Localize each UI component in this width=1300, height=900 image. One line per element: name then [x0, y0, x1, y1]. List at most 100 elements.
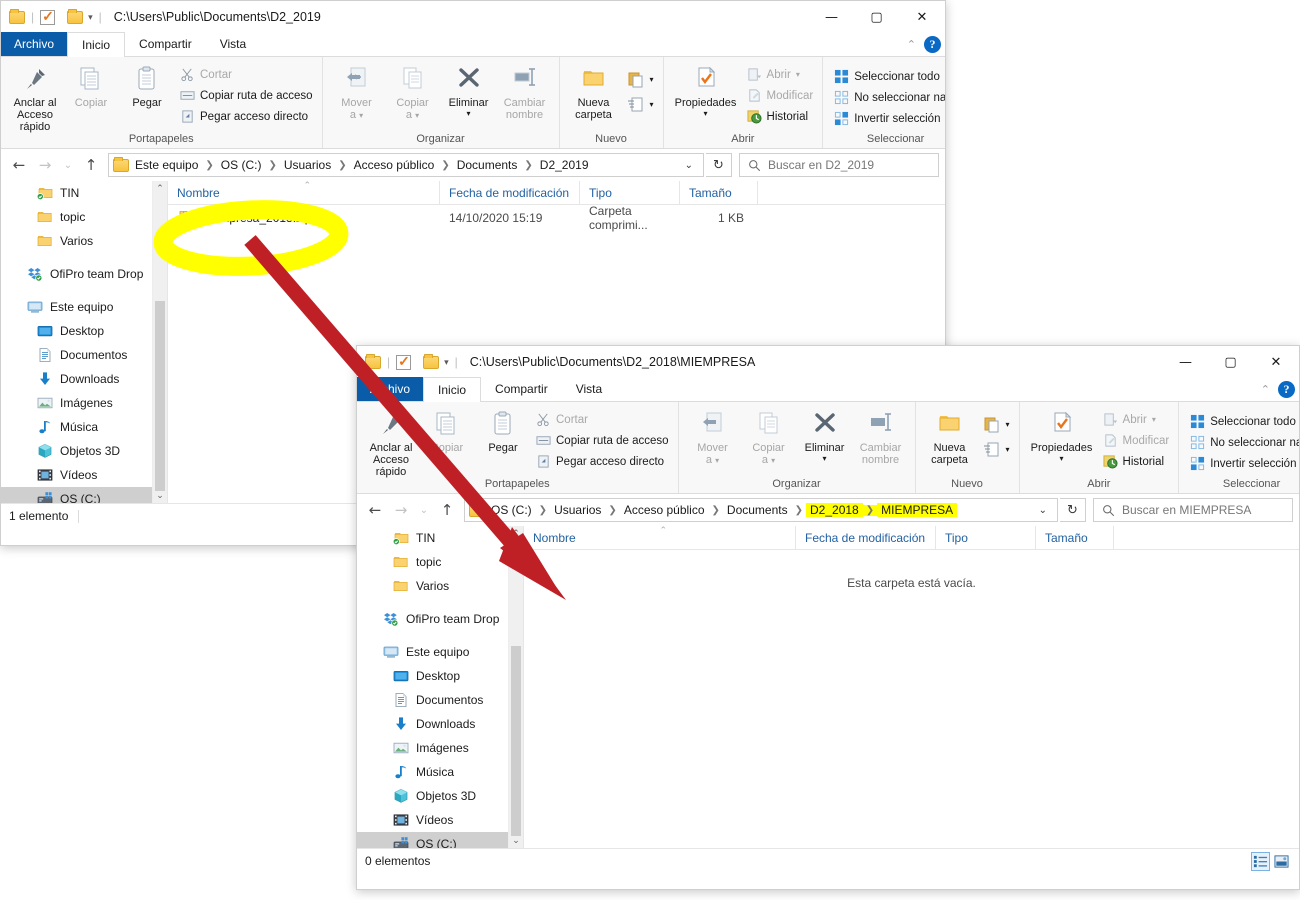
- edit-button[interactable]: Modificar: [1100, 430, 1173, 451]
- scroll-up-icon[interactable]: ⌃: [509, 526, 523, 541]
- cut-button[interactable]: Cortar: [533, 409, 672, 430]
- sidebar-item-documentos[interactable]: Documentos: [357, 688, 523, 712]
- copy-button[interactable]: Copiar: [63, 60, 119, 109]
- navigation-pane[interactable]: TINtopicVariosOfiPro team DropEste equip…: [1, 181, 167, 503]
- sidebar-item-este-equipo[interactable]: Este equipo: [357, 640, 523, 664]
- window-controls[interactable]: — ▢ ✕: [809, 1, 945, 33]
- paste-button[interactable]: Pegar: [119, 60, 175, 109]
- rename-button[interactable]: Cambiar nombre: [497, 60, 553, 121]
- tab-compartir[interactable]: Compartir: [125, 32, 206, 56]
- breadcrumb[interactable]: OS (C:)❯Usuarios❯Acceso público❯Document…: [464, 498, 1058, 522]
- sidebar-item-objetos-3d[interactable]: Objetos 3D: [357, 784, 523, 808]
- delete-button[interactable]: Eliminar ▾: [441, 60, 497, 120]
- copy-path-button[interactable]: Copiar ruta de acceso: [177, 85, 316, 106]
- breadcrumb-item[interactable]: MIEMPRESA: [877, 503, 957, 517]
- titlebar[interactable]: | ▾ | C:\Users\Public\Documents\D2_2018\…: [357, 346, 1299, 378]
- navigation-pane-items[interactable]: TINtopicVariosOfiPro team DropEste equip…: [1, 181, 167, 503]
- copy-button[interactable]: Copiar: [419, 405, 475, 454]
- refresh-button[interactable]: ↻: [1060, 498, 1086, 522]
- copy-path-button[interactable]: Copiar ruta de acceso: [533, 430, 672, 451]
- forward-button[interactable]: →: [33, 153, 57, 177]
- explorer-window-miempresa[interactable]: | ▾ | C:\Users\Public\Documents\D2_2018\…: [356, 345, 1300, 890]
- breadcrumb-item[interactable]: OS (C:): [217, 158, 266, 172]
- paste-button[interactable]: Pegar: [475, 405, 531, 454]
- sidebar-item-m-sica[interactable]: Música: [1, 415, 167, 439]
- easy-access-button[interactable]: ▾: [980, 437, 1013, 462]
- edit-button[interactable]: Modificar: [744, 85, 817, 106]
- chevron-down-icon[interactable]: ▾: [467, 108, 471, 120]
- breadcrumb-item[interactable]: Acceso público: [620, 503, 709, 517]
- tab-inicio[interactable]: Inicio: [423, 377, 481, 402]
- open-button[interactable]: Abrir ▾: [1100, 409, 1173, 430]
- sidebar-item-m-sica[interactable]: Música: [357, 760, 523, 784]
- maximize-button[interactable]: ▢: [1208, 346, 1253, 378]
- column-header-extra[interactable]: [758, 181, 818, 205]
- breadcrumb-dropdown-icon[interactable]: ⌄: [679, 160, 699, 171]
- sidebar-item-downloads[interactable]: Downloads: [357, 712, 523, 736]
- sidebar-item-downloads[interactable]: Downloads: [1, 367, 167, 391]
- tab-archivo[interactable]: Archivo: [1, 32, 67, 56]
- sidebar-item-os-c[interactable]: OS (C:): [1, 487, 167, 503]
- quick-access-toolbar[interactable]: | ▾ |: [9, 10, 104, 25]
- search-box[interactable]: Buscar en D2_2019: [739, 153, 939, 177]
- navigation-pane[interactable]: TINtopicVariosOfiPro team DropEste equip…: [357, 526, 523, 848]
- select-none-button[interactable]: No seleccionar nada: [1187, 432, 1300, 453]
- chevron-down-icon[interactable]: ▾: [1006, 445, 1010, 454]
- scroll-down-icon[interactable]: ⌄: [153, 488, 167, 503]
- back-button[interactable]: ←: [363, 498, 387, 522]
- tab-vista[interactable]: Vista: [562, 377, 616, 401]
- ribbon-tabs-right[interactable]: ⌃ ?: [907, 36, 941, 53]
- sidebar-item-documentos[interactable]: Documentos: [1, 343, 167, 367]
- scrollbar-thumb[interactable]: [511, 646, 521, 836]
- address-bar[interactable]: ← → ⌄ ↑ Este equipo❯OS (C:)❯Usuarios❯Acc…: [1, 149, 945, 181]
- chevron-down-icon[interactable]: ▾: [88, 12, 93, 23]
- delete-button[interactable]: Eliminar ▾: [797, 405, 853, 465]
- copy-to-button[interactable]: Copiar a ▾: [385, 60, 441, 122]
- sidebar-item-topic[interactable]: topic: [1, 205, 167, 229]
- tab-inicio[interactable]: Inicio: [67, 32, 125, 57]
- rename-button[interactable]: Cambiar nombre: [853, 405, 909, 466]
- sidebar-item-varios[interactable]: Varios: [1, 229, 167, 253]
- sidebar-item-ofipro-team-drop[interactable]: OfiPro team Drop: [1, 262, 167, 286]
- file-rows[interactable]: Miempresa_2018.zip14/10/2020 15:19Carpet…: [168, 205, 945, 231]
- up-button[interactable]: ↑: [435, 498, 459, 522]
- breadcrumb-item[interactable]: Documents: [723, 503, 792, 517]
- refresh-button[interactable]: ↻: [706, 153, 732, 177]
- new-folder-icon[interactable]: [423, 356, 439, 369]
- table-row[interactable]: Miempresa_2018.zip14/10/2020 15:19Carpet…: [168, 205, 945, 231]
- new-folder-button[interactable]: Nueva carpeta: [566, 60, 622, 121]
- column-header-nombre[interactable]: ⌃ Nombre: [168, 181, 440, 205]
- sidebar-item-ofipro-team-drop[interactable]: OfiPro team Drop: [357, 607, 523, 631]
- sidebar-item-tin[interactable]: TIN: [357, 526, 523, 550]
- column-header-tipo[interactable]: Tipo: [936, 526, 1036, 550]
- search-box[interactable]: Buscar en MIEMPRESA: [1093, 498, 1293, 522]
- forward-button[interactable]: →: [389, 498, 413, 522]
- nav-scrollbar[interactable]: ⌃ ⌄: [508, 526, 523, 848]
- breadcrumb-item[interactable]: Documents: [453, 158, 522, 172]
- history-button[interactable]: Historial: [1100, 451, 1173, 472]
- tab-compartir[interactable]: Compartir: [481, 377, 562, 401]
- column-header-fecha[interactable]: Fecha de modificación: [796, 526, 936, 550]
- chevron-down-icon[interactable]: ▾: [650, 75, 654, 84]
- chevron-down-icon[interactable]: ▾: [1060, 453, 1064, 465]
- move-to-button[interactable]: Mover a ▾: [685, 405, 741, 467]
- properties-check-icon[interactable]: [40, 10, 55, 25]
- file-list-pane[interactable]: ⌃ Nombre Fecha de modificación Tipo Tama…: [524, 526, 1299, 848]
- breadcrumb-item[interactable]: Acceso público: [350, 158, 439, 172]
- invert-selection-button[interactable]: Invertir selección: [831, 108, 946, 129]
- chevron-down-icon[interactable]: ▾: [650, 100, 654, 109]
- breadcrumb-item[interactable]: OS (C:): [487, 503, 536, 517]
- column-header-tipo[interactable]: Tipo: [580, 181, 680, 205]
- breadcrumb-item[interactable]: Usuarios: [550, 503, 605, 517]
- column-header-fecha[interactable]: Fecha de modificación: [440, 181, 580, 205]
- scrollbar-thumb[interactable]: [155, 301, 165, 491]
- properties-check-icon[interactable]: [396, 355, 411, 370]
- invert-selection-button[interactable]: Invertir selección: [1187, 453, 1300, 474]
- sidebar-item-tin[interactable]: TIN: [1, 181, 167, 205]
- properties-button[interactable]: Propiedades ▾: [1026, 405, 1098, 465]
- close-button[interactable]: ✕: [1253, 346, 1299, 378]
- breadcrumb-dropdown-icon[interactable]: ⌄: [1033, 505, 1053, 516]
- breadcrumb-items[interactable]: Este equipo❯OS (C:)❯Usuarios❯Acceso públ…: [131, 158, 593, 172]
- chevron-down-icon[interactable]: ▾: [796, 70, 800, 79]
- ribbon-tabs-right[interactable]: ⌃ ?: [1261, 381, 1295, 398]
